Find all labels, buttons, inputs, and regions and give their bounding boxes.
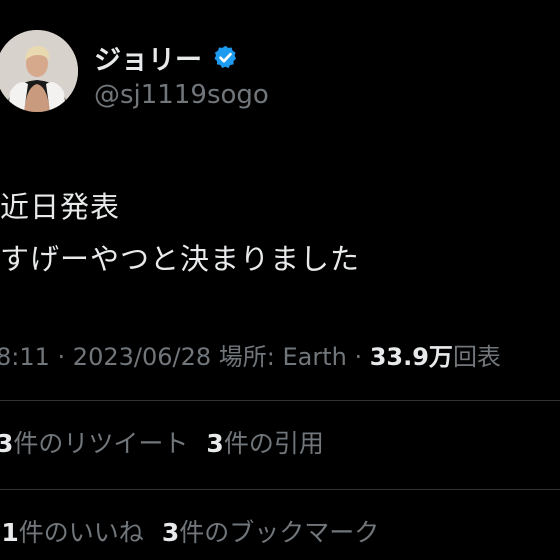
- tweet-metadata: 8:11 · 2023/06/28 場所: Earth · 33.9万回表: [0, 337, 501, 372]
- tweet-time[interactable]: 8:11: [0, 343, 50, 371]
- display-name-row[interactable]: ジョリー: [94, 38, 239, 77]
- quotes-count: 3: [206, 429, 224, 458]
- tweet-location[interactable]: Earth: [282, 343, 346, 371]
- tweet-text-line-1: 近日発表: [0, 190, 121, 224]
- retweets-label: 件のリツイート: [13, 429, 189, 458]
- likes-stat[interactable]: 21件のいいね: [0, 513, 144, 549]
- avatar[interactable]: [0, 30, 78, 112]
- bookmarks-count: 3: [161, 518, 180, 547]
- bookmarks-label: 件のブックマーク: [179, 518, 380, 547]
- stats-row-reposts: 3件のリツイート 3件の引用: [0, 424, 324, 460]
- views-label: 回表: [452, 343, 501, 371]
- quotes-label: 件の引用: [223, 429, 324, 458]
- views-count: 33.9万: [369, 343, 453, 371]
- tweet-text-line-2: すげーやつと決まりました: [0, 242, 361, 276]
- meta-separator: ·: [346, 343, 370, 371]
- likes-count: 21: [0, 518, 19, 547]
- meta-separator: ·: [49, 343, 73, 371]
- stats-row-likes: 21件のいいね 3件のブックマーク: [0, 513, 379, 549]
- user-handle[interactable]: @sj1119sogo: [94, 80, 269, 110]
- likes-label: 件のいいね: [18, 518, 144, 547]
- tweet-date[interactable]: 2023/06/28: [73, 343, 211, 371]
- location-label: 場所:: [211, 343, 283, 371]
- verified-badge-icon[interactable]: [212, 44, 239, 71]
- retweets-stat[interactable]: 3件のリツイート: [0, 424, 188, 460]
- display-name[interactable]: ジョリー: [94, 38, 202, 77]
- bookmarks-stat[interactable]: 3件のブックマーク: [162, 513, 379, 549]
- avatar-image: [0, 30, 78, 112]
- retweets-count: 3: [0, 429, 14, 458]
- divider: [0, 400, 560, 401]
- quotes-stat[interactable]: 3件の引用: [206, 424, 323, 460]
- divider: [0, 489, 560, 490]
